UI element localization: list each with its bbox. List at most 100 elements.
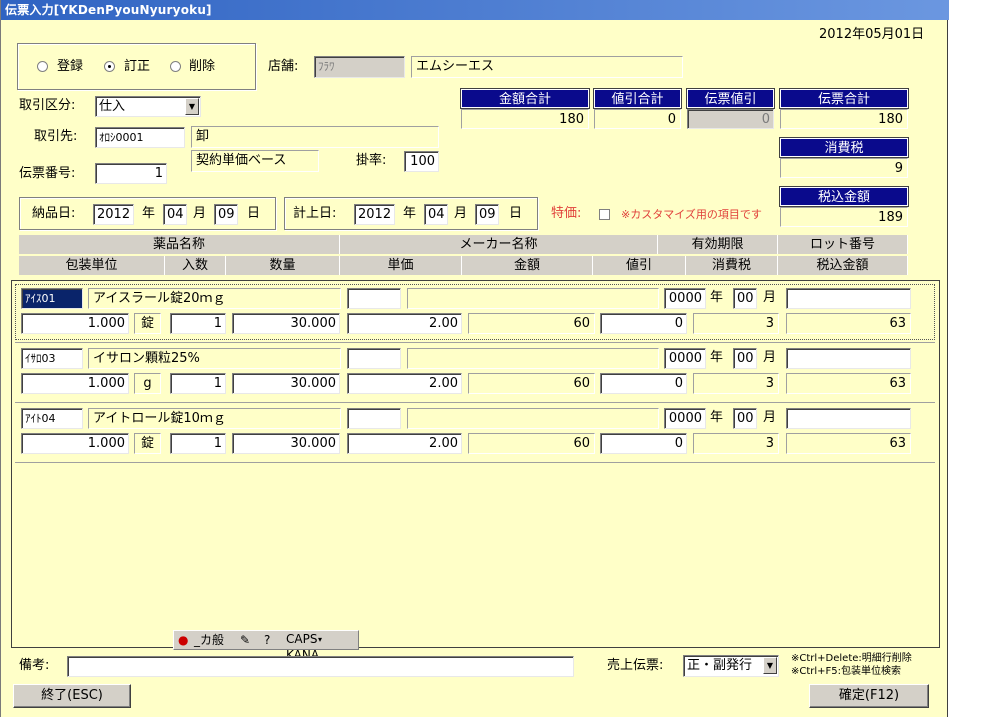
mode-label-register: 登録 [57,59,84,74]
delivery-day-field[interactable]: 09 [214,204,238,225]
partner-code-field[interactable]: ｵﾛｼ0001 [95,127,185,148]
item-code-field[interactable]: ｱｲｽ01 [21,288,83,309]
partner-price-base: 契約単価ベース [191,150,319,172]
item-maker-code-field[interactable] [347,288,401,309]
item-expiry-month-field[interactable]: 00 [733,408,757,429]
item-expiry-year-field[interactable]: 0000 [664,288,706,309]
taxed-total-value: 189 [780,207,908,227]
item-discount-field[interactable]: 0 [600,433,687,454]
item-expiry-year-field[interactable]: 0000 [664,408,706,429]
item-maker-code-field[interactable] [347,408,401,429]
hint-delete-row: ※Ctrl+Delete:明細行削除 [791,653,912,664]
trade-type-value: 仕入 [99,99,126,114]
item-expiry-month-unit: 月 [763,410,777,425]
col-header-quantity: 数量 [226,256,340,275]
remarks-label: 備考: [19,658,50,673]
posting-month-unit: 月 [454,206,468,221]
store-name: エムシーエス [411,56,683,78]
item-taxed-amount: 63 [786,373,911,394]
ime-palette-icon[interactable]: ✎ [240,632,250,648]
item-lot-field[interactable] [786,408,911,429]
item-discount-field[interactable]: 0 [600,313,687,334]
item-per-pack-field[interactable]: 1 [170,433,226,454]
rate-field[interactable]: 100 [404,151,439,172]
confirm-button[interactable]: 確定(F12) [809,684,929,708]
item-taxed-amount: 63 [786,433,911,454]
slip-total-header: 伝票合計 [779,88,909,109]
posting-date-label: 計上日: [293,206,337,221]
item-maker-name [407,408,659,429]
radio-circle[interactable] [37,61,48,72]
delivery-year-field[interactable]: 2012 [93,204,134,225]
remarks-field[interactable] [67,656,574,677]
delivery-year-unit: 年 [142,206,156,221]
delivery-month-field[interactable]: 04 [163,204,187,225]
item-code-field[interactable]: ｲｻﾛ03 [21,348,83,369]
ime-status-icon[interactable]: ● [178,632,188,648]
help-icon[interactable]: ? [264,632,270,648]
sales-slip-value: 正・副発行 [687,658,753,673]
item-amount: 60 [468,313,595,334]
item-maker-name [407,288,659,309]
item-unit-price-field[interactable]: 2.00 [347,373,462,394]
sales-slip-select[interactable]: 正・副発行 ▼ [683,655,779,677]
exit-button[interactable]: 終了(ESC) [13,684,131,708]
hint-pack-search: ※Ctrl+F5:包装単位検索 [791,666,902,677]
item-quantity-field[interactable]: 30.000 [232,433,340,454]
item-unit-price-field[interactable]: 2.00 [347,433,462,454]
ime-toolbar[interactable]: ● _カ般 ✎ ? CAPS KANA ▾ [173,630,359,662]
item-expiry-year-unit: 年 [710,290,724,305]
ime-mode-text[interactable]: _カ般 [194,632,224,648]
col-header-per-pack: 入数 [165,256,226,275]
chevron-down-icon[interactable]: ▾ [318,632,322,648]
item-expiry-month-field[interactable]: 00 [733,288,757,309]
discount-total-value: 0 [594,109,681,129]
col-header-amount: 金額 [462,256,593,275]
col-header-pack-unit: 包装単位 [19,256,165,275]
item-expiry-year-field[interactable]: 0000 [664,348,706,369]
chevron-down-icon[interactable]: ▼ [763,657,777,674]
window-title: 伝票入力[YKDenPyouNyuryoku] [1,0,949,20]
item-discount-field[interactable]: 0 [600,373,687,394]
item-tax: 3 [693,433,779,454]
chevron-down-icon[interactable]: ▼ [185,98,199,115]
item-drug-name: アイトロール錠10ｍｇ [88,408,341,429]
item-maker-name [407,348,659,369]
amount-total-header: 金額合計 [460,88,590,109]
store-code-field[interactable]: ﾌﾗﾜ [314,56,405,78]
posting-day-field[interactable]: 09 [475,204,499,225]
col-header-discount: 値引 [593,256,686,275]
item-lot-field[interactable] [786,288,911,309]
item-lot-field[interactable] [786,348,911,369]
item-pack-field[interactable]: 1.000 [21,313,129,334]
item-quantity-field[interactable]: 30.000 [232,313,340,334]
item-per-pack-field[interactable]: 1 [170,373,226,394]
col-header-unit-price: 単価 [340,256,462,275]
item-unit-price-field[interactable]: 2.00 [347,313,462,334]
item-amount: 60 [468,373,595,394]
slip-discount-field[interactable]: 0 [687,109,774,129]
item-quantity-field[interactable]: 30.000 [232,373,340,394]
item-expiry-month-field[interactable]: 00 [733,348,757,369]
slip-no-field[interactable]: 1 [95,163,167,184]
item-per-pack-field[interactable]: 1 [170,313,226,334]
col-header-expiry: 有効期限 [658,235,778,254]
item-pack-field[interactable]: 1.000 [21,373,129,394]
posting-year-field[interactable]: 2012 [354,204,395,225]
radio-circle-selected[interactable] [104,61,115,72]
row-separator [15,402,935,403]
item-maker-code-field[interactable] [347,348,401,369]
posting-day-unit: 日 [509,206,523,221]
posting-month-field[interactable]: 04 [424,204,448,225]
trade-type-select[interactable]: 仕入 ▼ [95,96,201,117]
item-pack-field[interactable]: 1.000 [21,433,129,454]
item-tax: 3 [693,373,779,394]
store-label: 店舗: [268,59,299,74]
radio-circle[interactable] [170,61,181,72]
mode-radios: 登録 訂正 削除 [37,57,247,77]
item-drug-name: イサロン顆粒25% [88,348,341,369]
item-code-field[interactable]: ｱｲﾄ04 [21,408,83,429]
special-price-checkbox[interactable] [599,209,610,220]
col-header-lot: ロット番号 [778,235,908,254]
slip-discount-header: 伝票値引 [686,88,775,109]
